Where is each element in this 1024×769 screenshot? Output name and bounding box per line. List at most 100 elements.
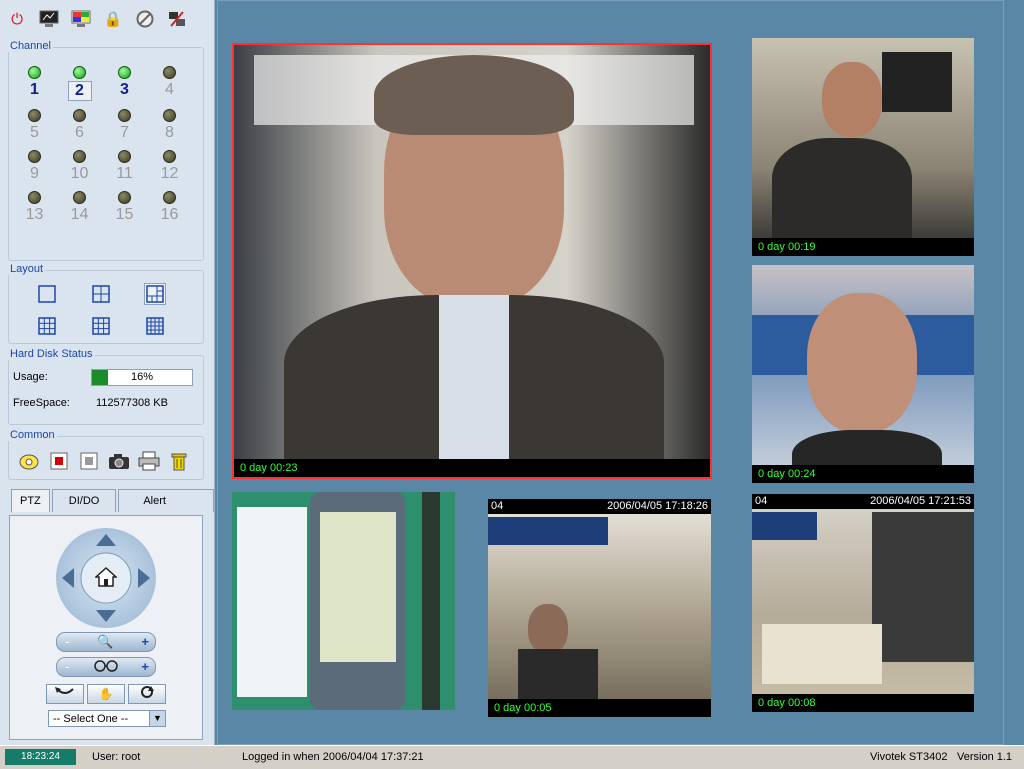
freespace-value: 112577308 KB xyxy=(96,397,168,409)
channel-number: 1 xyxy=(30,81,39,98)
hand-button[interactable]: ✋ xyxy=(87,684,125,704)
ptz-direction-pad xyxy=(56,528,156,628)
channel-7[interactable]: 7 xyxy=(102,109,147,142)
channel-4[interactable]: 4 xyxy=(147,66,192,101)
usage-label: Usage: xyxy=(13,371,48,383)
hard-disk-group xyxy=(8,355,204,425)
channel-number: 8 xyxy=(165,124,174,141)
pan-left-button[interactable] xyxy=(46,684,84,704)
layout-3x3b-icon[interactable] xyxy=(90,315,112,337)
channel-14[interactable]: 14 xyxy=(57,191,102,224)
channel-number: 13 xyxy=(25,206,44,223)
magnifier-icon: 🔍 xyxy=(97,634,114,649)
focus-far-button[interactable]: + xyxy=(141,658,149,676)
camera-timestamp-bottom-mid: 2006/04/05 17:18:26 xyxy=(607,500,708,512)
channel-15[interactable]: 15 xyxy=(102,191,147,224)
channel-led-icon xyxy=(28,150,41,163)
camera-view-bottom-mid[interactable]: 04 2006/04/05 17:18:26 0 day 00:05 xyxy=(488,499,711,717)
tab-alert-msg[interactable]: Alert Msg xyxy=(118,489,214,529)
camera-image-top-right xyxy=(752,38,974,256)
cycle-icon xyxy=(141,686,154,698)
home-icon[interactable] xyxy=(94,564,118,590)
channel-5[interactable]: 5 xyxy=(12,109,57,142)
delete-icon[interactable] xyxy=(168,450,190,472)
camera-status-top-right: 0 day 00:19 xyxy=(752,238,974,256)
channel-6[interactable]: 6 xyxy=(57,109,102,142)
channel-10[interactable]: 10 xyxy=(57,150,102,183)
status-bar: 18:23:24 User: root Logged in when 2006/… xyxy=(0,745,1024,769)
camera-view-bottom-left[interactable] xyxy=(232,492,455,710)
channel-led-icon xyxy=(163,109,176,122)
channel-led-icon xyxy=(163,150,176,163)
tab-di-do[interactable]: DI/DO xyxy=(51,489,117,512)
zoom-control: - 🔍 + xyxy=(56,632,156,652)
camera-view-bottom-right[interactable]: 04 2006/04/05 17:21:53 0 day 00:08 xyxy=(752,494,974,712)
focus-control: - + xyxy=(56,657,156,677)
rotate-left-icon xyxy=(55,687,74,694)
main-camera-view[interactable]: 0 day 00:23 xyxy=(232,43,712,479)
login-time: Logged in when 2006/04/04 17:37:21 xyxy=(242,751,424,763)
channel-led-icon xyxy=(73,191,86,204)
zoom-out-button[interactable]: - xyxy=(65,633,69,651)
lock-icon[interactable]: 🔒 xyxy=(102,8,124,30)
version-label: Version 1.1 xyxy=(957,751,1013,763)
channel-12[interactable]: 12 xyxy=(147,150,192,183)
focus-near-button[interactable]: - xyxy=(65,658,69,676)
channel-1[interactable]: 1 xyxy=(12,66,57,101)
channel-led-icon xyxy=(28,66,41,79)
channel-grid: 1 2 3 4 5 6 7 8 9 10 11 12 13 14 15 16 xyxy=(12,66,192,224)
stop-icon[interactable] xyxy=(78,450,100,472)
power-icon[interactable]: ⏻ xyxy=(6,8,28,30)
channel-16[interactable]: 16 xyxy=(147,191,192,224)
glasses-icon xyxy=(93,658,119,677)
camera-view-mid-right[interactable]: 0 day 00:24 xyxy=(752,265,974,483)
layout-1x1-icon[interactable] xyxy=(36,283,58,305)
ptz-panel: - 🔍 + - + ✋ -- Select One -- ▼ xyxy=(9,515,203,740)
camera-status-bottom-right: 0 day 00:08 xyxy=(752,694,974,712)
color-icon[interactable] xyxy=(70,8,92,30)
arrow-down-icon[interactable] xyxy=(96,610,116,622)
channel-11[interactable]: 11 xyxy=(102,150,147,183)
channel-led-icon xyxy=(73,109,86,122)
channel-led-icon xyxy=(118,109,131,122)
print-icon[interactable] xyxy=(138,450,160,472)
layout-3x3-icon[interactable] xyxy=(36,315,58,337)
arrow-right-icon[interactable] xyxy=(138,568,150,588)
clock-display: 18:23:24 xyxy=(5,749,76,765)
channel-3[interactable]: 3 xyxy=(102,66,147,101)
network-settings-icon[interactable] xyxy=(166,8,188,30)
layout-1plus5-icon[interactable] xyxy=(144,283,166,305)
layout-2x2-icon[interactable] xyxy=(90,283,112,305)
channel-number: 7 xyxy=(120,124,129,141)
layout-title: Layout xyxy=(8,263,46,275)
arrow-left-icon[interactable] xyxy=(62,568,74,588)
channel-8[interactable]: 8 xyxy=(147,109,192,142)
common-title: Common xyxy=(8,429,57,441)
channel-9[interactable]: 9 xyxy=(12,150,57,183)
record-icon[interactable] xyxy=(48,450,70,472)
tab-ptz[interactable]: PTZ xyxy=(11,489,50,512)
camera-image-bottom-left xyxy=(232,492,455,710)
layout-4x4-icon[interactable] xyxy=(144,315,166,337)
main-camera-status: 0 day 00:23 xyxy=(234,459,710,477)
channel-led-icon xyxy=(28,109,41,122)
usage-bar: 16% xyxy=(91,369,193,386)
preset-select[interactable]: -- Select One -- ▼ xyxy=(48,710,166,727)
camera-view-top-right[interactable]: 0 day 00:19 xyxy=(752,38,974,256)
arrow-up-icon[interactable] xyxy=(96,534,116,546)
channel-2[interactable]: 2 xyxy=(57,66,102,101)
snapshot-light-icon[interactable] xyxy=(18,450,40,472)
zoom-in-button[interactable]: + xyxy=(141,633,149,651)
camera-image-bottom-right xyxy=(752,494,974,712)
main-camera-image xyxy=(234,45,710,477)
monitor-icon[interactable] xyxy=(38,8,60,30)
channel-number: 2 xyxy=(67,81,92,101)
control-tabs: PTZ DI/DO Alert Msg xyxy=(11,489,214,529)
chevron-down-icon[interactable]: ▼ xyxy=(149,711,165,726)
auto-pan-button[interactable] xyxy=(128,684,166,704)
preset-select-value: -- Select One -- xyxy=(53,713,129,725)
camera-icon[interactable] xyxy=(108,450,130,472)
channel-13[interactable]: 13 xyxy=(12,191,57,224)
no-entry-icon[interactable] xyxy=(134,8,156,30)
channel-led-icon xyxy=(163,66,176,79)
